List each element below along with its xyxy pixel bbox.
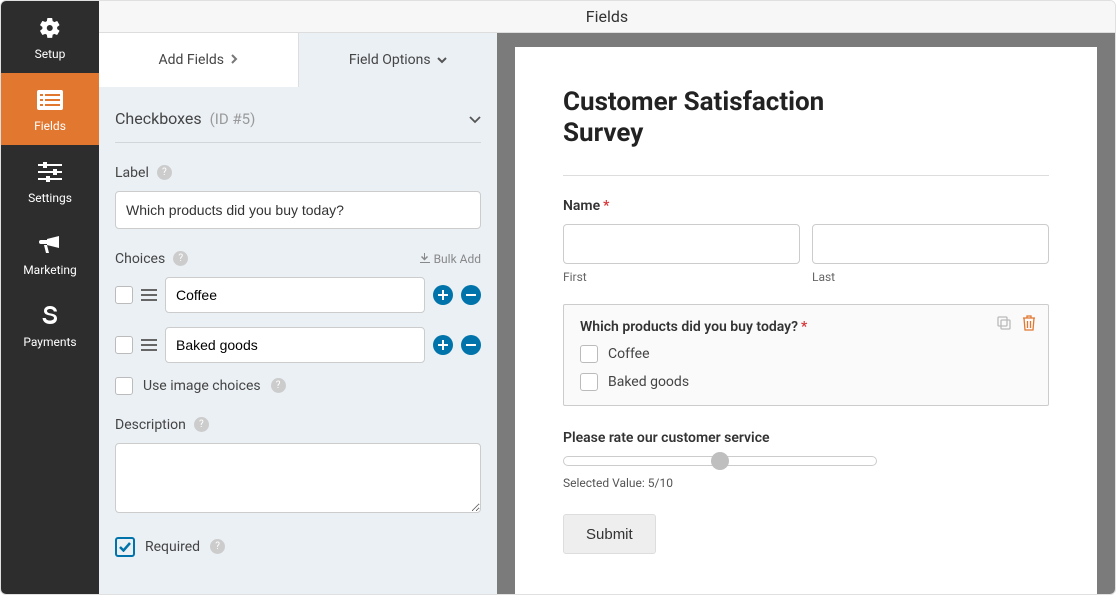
sidebar-label: Fields [34, 119, 66, 133]
tab-label: Add Fields [159, 52, 225, 68]
label-input[interactable] [115, 191, 481, 229]
choice-input[interactable] [165, 327, 425, 363]
sidebar-item-setup[interactable]: Setup [1, 1, 99, 73]
choice-row [115, 277, 481, 313]
required-checkbox[interactable] [115, 537, 135, 557]
choice-input[interactable] [165, 277, 425, 313]
sidebar-label: Settings [28, 191, 72, 205]
sidebar-item-marketing[interactable]: Marketing [1, 217, 99, 289]
first-sublabel: First [563, 270, 800, 284]
drag-handle-icon[interactable] [141, 339, 157, 351]
help-icon[interactable]: ? [271, 378, 286, 393]
add-choice-button[interactable] [433, 335, 453, 355]
selected-preview-field[interactable]: Which products did you buy today?* Coffe… [563, 304, 1049, 406]
remove-choice-button[interactable] [461, 285, 481, 305]
checkbox-option-label: Baked goods [608, 374, 689, 390]
drag-handle-icon[interactable] [141, 289, 157, 301]
label-caption: Label [115, 165, 149, 181]
editor-panel: Add Fields Field Options Checkboxes (ID … [99, 33, 497, 594]
tab-add-fields[interactable]: Add Fields [99, 33, 299, 87]
form-title: Customer Satisfaction Survey [563, 87, 883, 149]
last-sublabel: Last [812, 270, 1049, 284]
image-choices-checkbox[interactable] [115, 377, 133, 395]
sidebar-label: Setup [35, 47, 66, 61]
checkbox-option-label: Coffee [608, 346, 650, 362]
choice-default-checkbox[interactable] [115, 336, 133, 354]
bullhorn-icon [38, 231, 62, 257]
rating-value-label: Selected Value: 5/10 [563, 476, 1049, 490]
help-icon[interactable]: ? [210, 539, 225, 554]
checkbox-icon [580, 345, 598, 363]
download-icon [420, 252, 430, 266]
choices-caption: Choices [115, 251, 165, 267]
required-star-icon: * [603, 198, 609, 214]
field-id-meta: (ID #5) [210, 110, 256, 128]
required-label: Required [145, 539, 200, 555]
checkbox-option[interactable]: Coffee [580, 345, 1032, 363]
last-name-input[interactable] [812, 224, 1049, 264]
chevron-down-icon [469, 109, 481, 128]
help-icon[interactable]: ? [194, 417, 209, 432]
checkbox-icon [580, 373, 598, 391]
sidebar-item-settings[interactable]: Settings [1, 145, 99, 217]
help-icon[interactable]: ? [173, 251, 188, 266]
image-choices-label: Use image choices [143, 378, 261, 394]
remove-choice-button[interactable] [461, 335, 481, 355]
gear-icon [38, 15, 62, 41]
chevron-down-icon [437, 52, 447, 68]
field-type-name: Checkboxes [115, 109, 202, 128]
chevron-right-icon [230, 52, 238, 68]
choice-row [115, 327, 481, 363]
dollar-icon [42, 303, 58, 329]
help-icon[interactable]: ? [157, 165, 172, 180]
checkbox-field-label: Which products did you buy today? [580, 319, 798, 335]
description-textarea[interactable] [115, 443, 481, 513]
sliders-icon [38, 159, 62, 185]
required-star-icon: * [801, 319, 807, 335]
list-icon [37, 87, 63, 113]
sidebar-label: Payments [23, 335, 76, 349]
tab-field-options[interactable]: Field Options [299, 33, 498, 87]
topbar: Fields [99, 1, 1115, 33]
description-caption: Description [115, 417, 186, 433]
sidebar-item-fields[interactable]: Fields [1, 73, 99, 145]
add-choice-button[interactable] [433, 285, 453, 305]
duplicate-icon[interactable] [996, 315, 1012, 335]
trash-icon[interactable] [1022, 315, 1036, 335]
bulk-add-label: Bulk Add [434, 252, 481, 266]
topbar-title: Fields [586, 7, 628, 26]
submit-button[interactable]: Submit [563, 514, 656, 554]
first-name-input[interactable] [563, 224, 800, 264]
choice-default-checkbox[interactable] [115, 286, 133, 304]
rating-slider[interactable] [563, 456, 877, 466]
name-field-label: Name* [563, 198, 1049, 214]
sidebar-label: Marketing [23, 263, 77, 277]
field-type-header[interactable]: Checkboxes (ID #5) [115, 87, 481, 143]
checkbox-option[interactable]: Baked goods [580, 373, 1032, 391]
sidebar: Setup Fields Settings Marketing Payments [1, 1, 99, 594]
slider-thumb-icon [711, 452, 729, 470]
tab-label: Field Options [349, 52, 431, 68]
bulk-add-link[interactable]: Bulk Add [420, 252, 481, 266]
sidebar-item-payments[interactable]: Payments [1, 289, 99, 361]
rating-field-label: Please rate our customer service [563, 430, 1049, 446]
divider [563, 175, 1049, 176]
preview-area: Customer Satisfaction Survey Name* First… [497, 33, 1115, 594]
